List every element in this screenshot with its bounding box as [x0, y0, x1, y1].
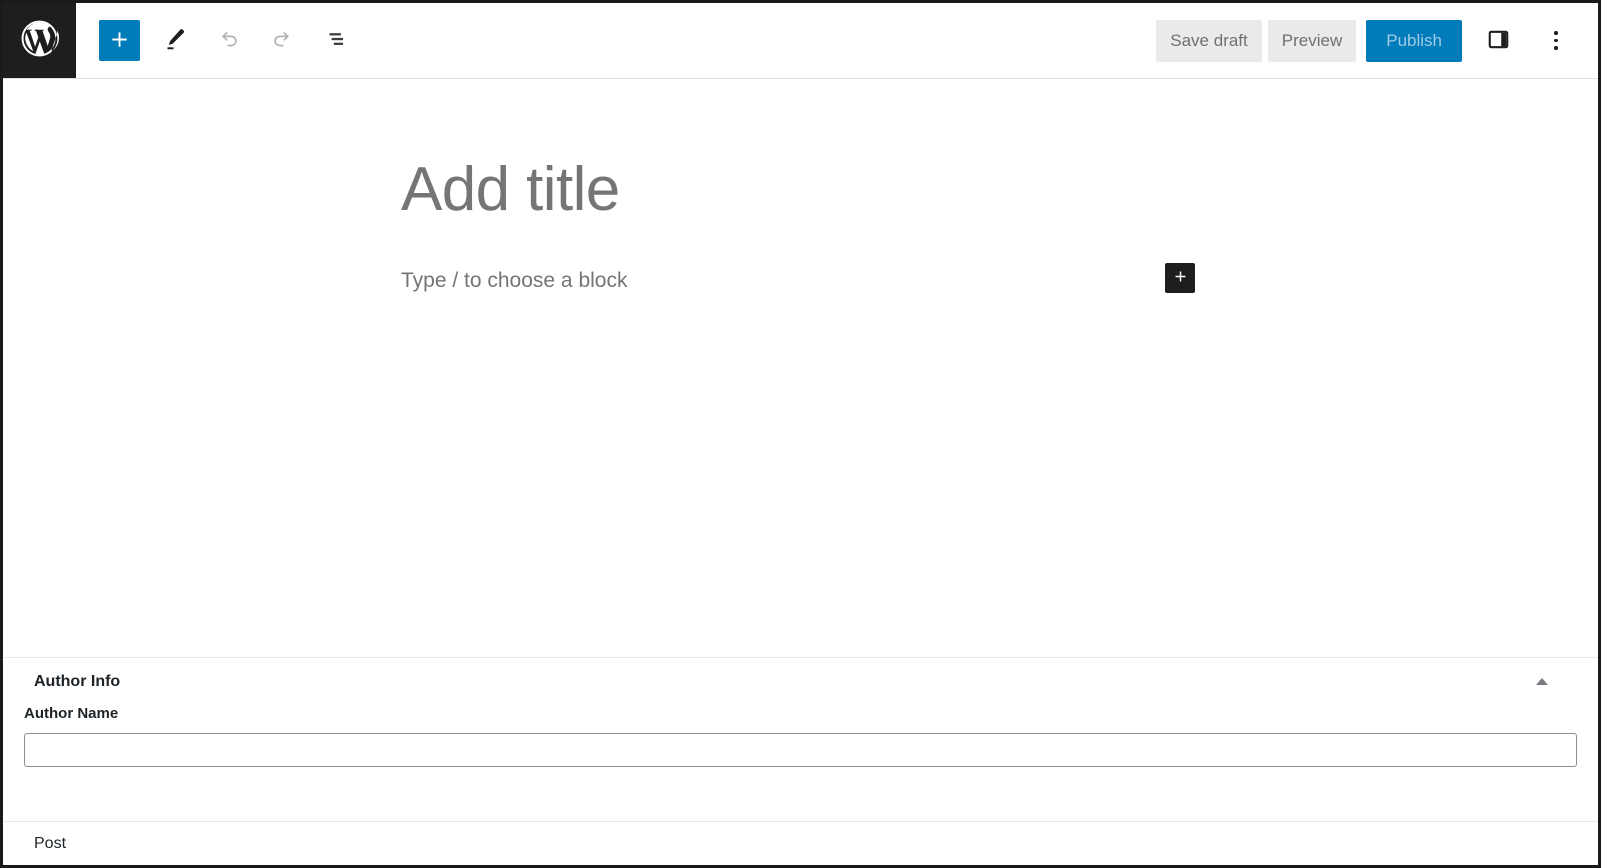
header-spacer [356, 3, 1156, 78]
author-info-title: Author Info [34, 673, 120, 691]
post-title-input[interactable]: Add title [401, 155, 620, 224]
undo-arrow-icon [215, 26, 242, 56]
editor-header: Save draft Preview Publish [3, 3, 1598, 79]
author-info-collapse-toggle[interactable] [1532, 672, 1552, 692]
wordpress-logo-button[interactable] [3, 3, 76, 78]
wordpress-block-editor: Save draft Preview Publish Add title [0, 0, 1601, 868]
redo-arrow-icon [269, 26, 296, 56]
plus-icon [1172, 268, 1189, 288]
block-placeholder-text[interactable]: Type / to choose a block [401, 263, 1200, 299]
inline-block-inserter-button[interactable] [1165, 263, 1195, 293]
paragraph-block-row: Type / to choose a block [401, 263, 1200, 299]
author-name-input[interactable] [24, 733, 1577, 767]
publish-button[interactable]: Publish [1366, 20, 1462, 62]
caret-up-icon [1536, 678, 1548, 685]
tools-button[interactable] [154, 21, 194, 61]
author-name-label: Author Name [24, 705, 1577, 722]
undo-button[interactable] [208, 21, 248, 61]
meta-panel-footer: Post [3, 822, 1598, 865]
author-info-panel-body: Author Name [3, 705, 1598, 767]
kebab-menu-icon [1554, 19, 1558, 63]
redo-button[interactable] [262, 21, 302, 61]
add-block-button[interactable] [99, 20, 140, 61]
editor-canvas[interactable]: Add title Type / to choose a block [3, 79, 1598, 657]
header-right-toolbar: Save draft Preview Publish [1156, 3, 1598, 78]
post-type-label: Post [34, 835, 66, 853]
author-info-panel-header[interactable]: Author Info [3, 658, 1598, 705]
pencil-icon [160, 25, 188, 56]
save-draft-button[interactable]: Save draft [1156, 20, 1262, 62]
sidebar-panel-icon [1486, 27, 1511, 55]
preview-button[interactable]: Preview [1268, 20, 1356, 62]
header-left-toolbar [76, 3, 356, 78]
options-menu-button[interactable] [1534, 19, 1578, 63]
wordpress-logo-icon [18, 17, 61, 65]
meta-boxes-panel: Author Info Author Name Post [3, 657, 1598, 865]
document-overview-button[interactable] [316, 21, 356, 61]
settings-sidebar-toggle[interactable] [1476, 19, 1520, 63]
plus-icon [108, 28, 131, 54]
document-overview-icon [323, 26, 349, 55]
